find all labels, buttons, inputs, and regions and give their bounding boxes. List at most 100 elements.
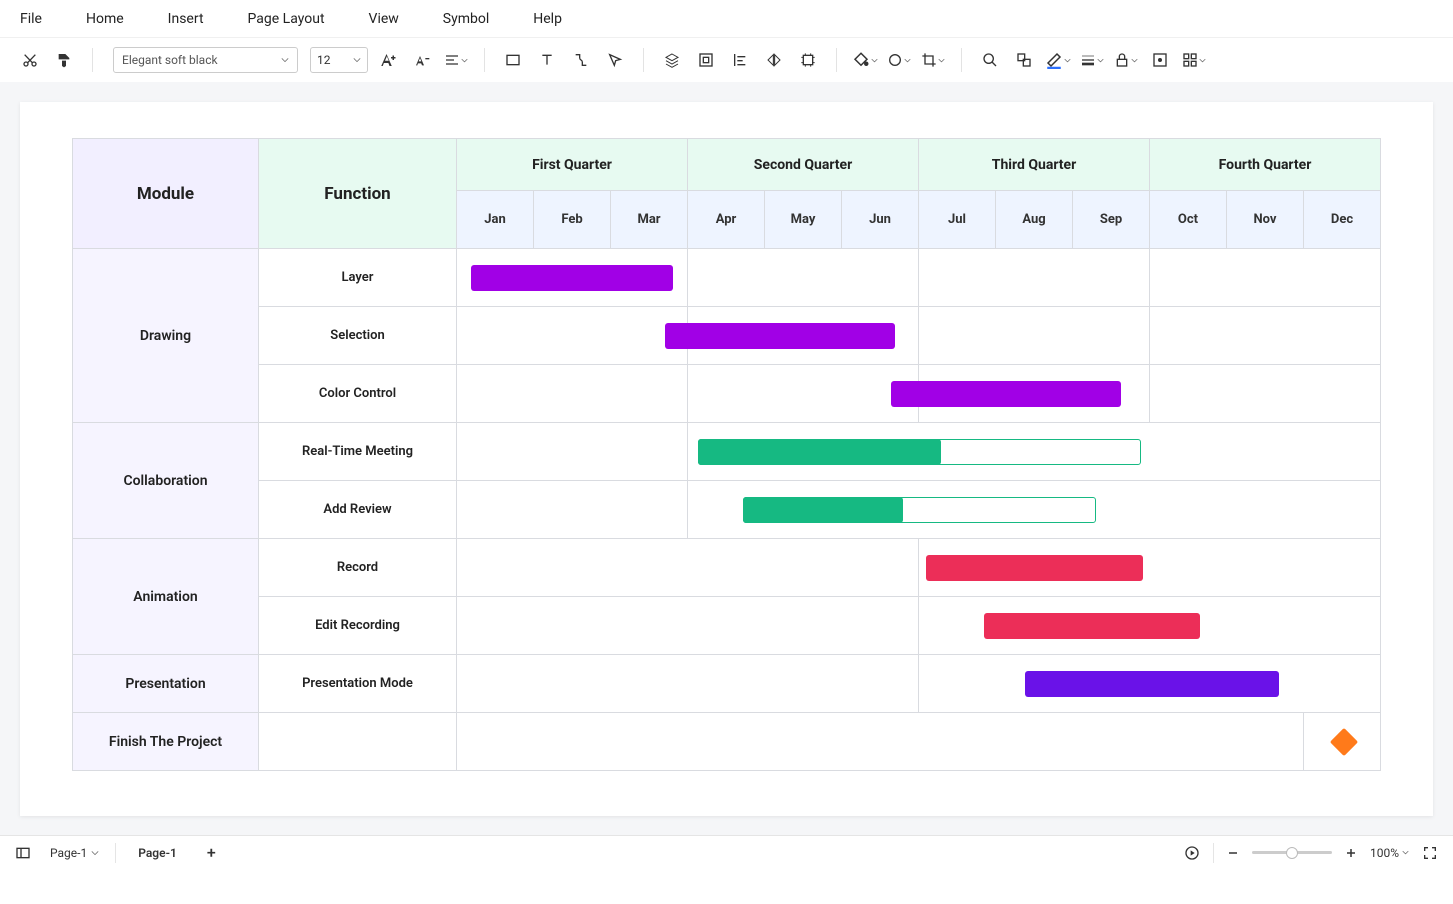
panel-toggle-icon[interactable] [12, 842, 34, 864]
chevron-down-icon [1131, 57, 1138, 64]
crop-icon[interactable] [919, 46, 947, 74]
bar-area[interactable] [457, 249, 688, 307]
chevron-down-icon [904, 57, 911, 64]
rectangle-tool-icon[interactable] [499, 46, 527, 74]
chevron-down-icon [281, 56, 289, 64]
toolbar: Elegant soft black 12 [0, 38, 1453, 82]
bar-edit-recording[interactable] [984, 613, 1201, 639]
page-tab[interactable]: Page-1 [124, 840, 191, 866]
shadow-icon[interactable] [885, 46, 913, 74]
menu-page-layout[interactable]: Page Layout [236, 5, 337, 33]
header-dec: Dec [1304, 191, 1381, 249]
layers-icon[interactable] [658, 46, 686, 74]
bar-area[interactable] [688, 423, 1381, 481]
menu-file[interactable]: File [8, 5, 54, 33]
align-dropdown[interactable] [442, 46, 470, 74]
header-jan: Jan [457, 191, 534, 249]
bar-area[interactable] [919, 539, 1381, 597]
zoom-in-button[interactable] [1342, 844, 1360, 862]
menu-help[interactable]: Help [521, 5, 574, 33]
page-selector[interactable]: Page-1 [42, 842, 107, 864]
bar-area[interactable] [1304, 713, 1381, 771]
zoom-slider-knob[interactable] [1286, 847, 1298, 859]
components-icon[interactable] [1180, 46, 1208, 74]
function-selection: Selection [259, 307, 457, 365]
font-size-select[interactable]: 12 [310, 47, 368, 73]
status-bar: Page-1 Page-1 + 100% [0, 835, 1453, 869]
connector-tool-icon[interactable] [567, 46, 595, 74]
align-left-icon[interactable] [726, 46, 754, 74]
frame-icon[interactable] [794, 46, 822, 74]
add-page-button[interactable]: + [199, 843, 224, 862]
bar-area[interactable] [919, 597, 1381, 655]
text-tool-icon[interactable] [533, 46, 561, 74]
bar-area[interactable] [919, 365, 1150, 423]
font-family-select[interactable]: Elegant soft black [113, 47, 298, 73]
table-row: Selection [73, 307, 1381, 365]
module-animation: Animation [73, 539, 259, 655]
function-finish [259, 713, 457, 771]
menu-home[interactable]: Home [74, 5, 136, 33]
function-layer: Layer [259, 249, 457, 307]
module-finish: Finish The Project [73, 713, 259, 771]
pointer-tool-icon[interactable] [601, 46, 629, 74]
cut-icon[interactable] [16, 46, 44, 74]
separator [961, 48, 962, 72]
function-realtime-meeting: Real-Time Meeting [259, 423, 457, 481]
line-weight-icon[interactable] [1078, 46, 1106, 74]
gantt-chart: Module Function First Quarter Second Qua… [72, 138, 1381, 771]
table-row: Finish The Project [73, 713, 1381, 771]
zoom-value[interactable]: 100% [1370, 846, 1409, 860]
line-color-icon[interactable] [1044, 46, 1072, 74]
decrease-font-icon[interactable] [408, 46, 436, 74]
table-row: Collaboration Real-Time Meeting [73, 423, 1381, 481]
bar-record[interactable] [926, 555, 1143, 581]
lock-icon[interactable] [1112, 46, 1140, 74]
bar-layer[interactable] [471, 265, 673, 291]
menu-insert[interactable]: Insert [156, 5, 216, 33]
milestone-finish[interactable] [1330, 727, 1358, 755]
canvas-page[interactable]: Module Function First Quarter Second Qua… [20, 102, 1433, 816]
module-collaboration: Collaboration [73, 423, 259, 539]
table-row: Edit Recording [73, 597, 1381, 655]
focus-icon[interactable] [1146, 46, 1174, 74]
separator [643, 48, 644, 72]
chevron-down-icon [353, 56, 361, 64]
bar-area[interactable] [688, 481, 1381, 539]
increase-font-icon[interactable] [374, 46, 402, 74]
header-q4: Fourth Quarter [1150, 139, 1381, 191]
zoom-slider[interactable] [1252, 851, 1332, 854]
function-add-review: Add Review [259, 481, 457, 539]
separator [836, 48, 837, 72]
flip-horizontal-icon[interactable] [760, 46, 788, 74]
header-aug: Aug [996, 191, 1073, 249]
chevron-down-icon [938, 57, 945, 64]
bar-selection[interactable] [665, 323, 895, 349]
bar-presentation[interactable] [1025, 671, 1279, 697]
search-icon[interactable] [976, 46, 1004, 74]
separator [92, 48, 93, 72]
play-icon[interactable] [1181, 842, 1203, 864]
header-nov: Nov [1227, 191, 1304, 249]
fullscreen-icon[interactable] [1419, 842, 1441, 864]
page-selector-value: Page-1 [50, 846, 87, 860]
fill-color-icon[interactable] [851, 46, 879, 74]
group-icon[interactable] [692, 46, 720, 74]
header-mar: Mar [611, 191, 688, 249]
chevron-down-icon [91, 849, 99, 857]
table-row: Color Control [73, 365, 1381, 423]
menu-view[interactable]: View [357, 5, 411, 33]
canvas-area[interactable]: Module Function First Quarter Second Qua… [0, 82, 1453, 836]
chevron-down-icon [1199, 57, 1206, 64]
bar-area[interactable] [919, 655, 1381, 713]
replace-icon[interactable] [1010, 46, 1038, 74]
chevron-down-icon [871, 57, 878, 64]
bar-area[interactable] [688, 307, 919, 365]
header-jun: Jun [842, 191, 919, 249]
bar-realtime-fill[interactable] [698, 439, 940, 465]
menu-symbol[interactable]: Symbol [431, 5, 501, 33]
format-painter-icon[interactable] [50, 46, 78, 74]
bar-addreview-fill[interactable] [743, 497, 902, 523]
bar-color-control[interactable] [891, 381, 1121, 407]
zoom-out-button[interactable] [1224, 844, 1242, 862]
